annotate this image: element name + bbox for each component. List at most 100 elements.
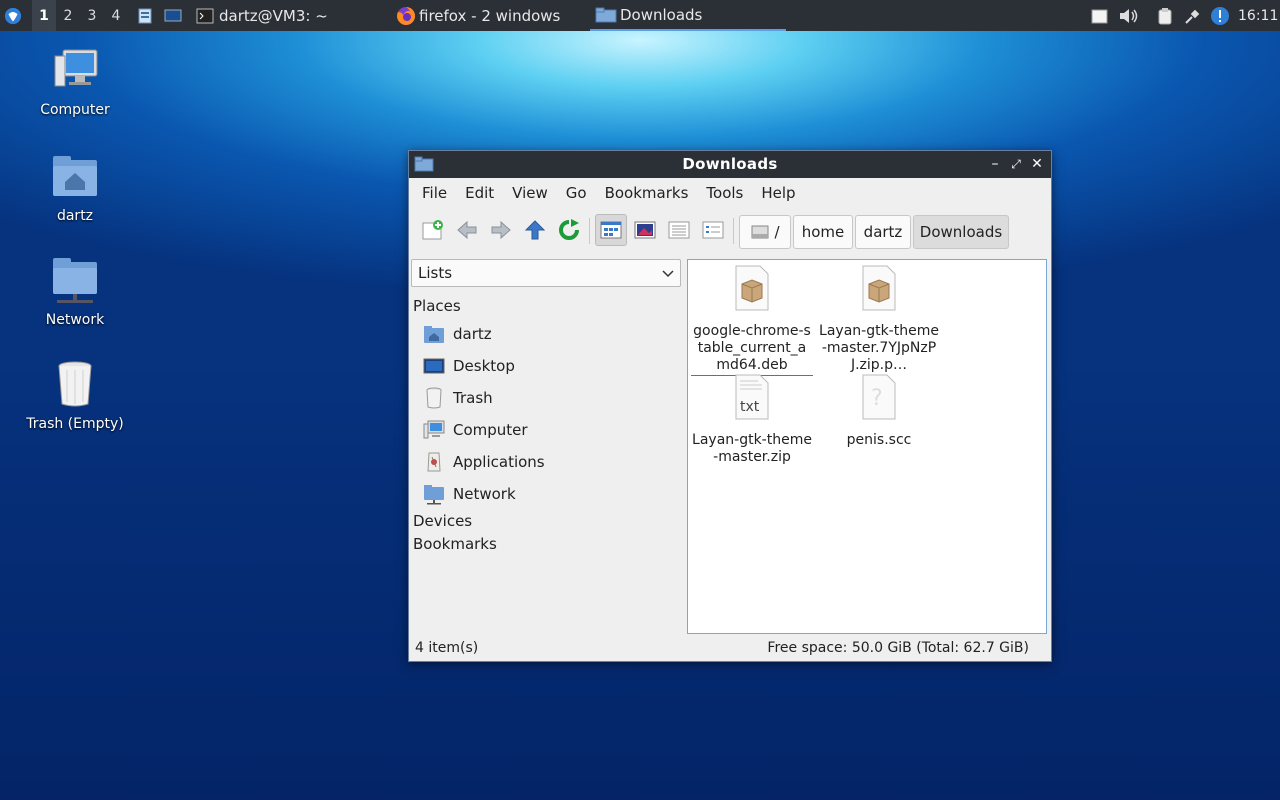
- volume-icon: [1120, 8, 1138, 23]
- desktop-icon: [423, 358, 445, 374]
- clock[interactable]: 16:11: [1238, 0, 1278, 31]
- drive-icon: [751, 225, 769, 239]
- file-item[interactable]: google-chrome-stable_current_amd64.deb: [691, 264, 813, 376]
- thumbnail-view-button[interactable]: [631, 216, 659, 244]
- home-folder-icon: [424, 326, 444, 343]
- file-list[interactable]: google-chrome-stable_current_amd64.deb L…: [687, 259, 1047, 634]
- menu-go[interactable]: Go: [557, 184, 596, 202]
- up-button[interactable]: [521, 216, 549, 244]
- free-space: Free space: 50.0 GiB (Total: 62.7 GiB): [767, 640, 1029, 656]
- place-desktop[interactable]: Desktop: [423, 352, 515, 380]
- maximize-button[interactable]: ⤢: [1007, 155, 1025, 173]
- desktop-home[interactable]: dartz: [20, 152, 130, 224]
- breadcrumb-dartz[interactable]: dartz: [855, 215, 911, 249]
- desktop-computer-label: Computer: [40, 102, 110, 118]
- network-folder-icon: [53, 258, 97, 303]
- places-heading[interactable]: Places: [413, 297, 461, 315]
- menu-help[interactable]: Help: [752, 184, 804, 202]
- trash-icon: [58, 361, 92, 407]
- workspace-4[interactable]: 4: [104, 0, 128, 31]
- file-name: Layan-gtk-theme-master.zip: [692, 432, 812, 465]
- notes-tray[interactable]: [1090, 0, 1108, 31]
- menu-file[interactable]: File: [413, 184, 456, 202]
- minimize-icon: –: [991, 156, 999, 172]
- place-dartz[interactable]: dartz: [423, 320, 492, 348]
- back-button[interactable]: [453, 216, 481, 244]
- breadcrumb-home-label: home: [801, 223, 845, 241]
- close-button[interactable]: ✕: [1028, 155, 1046, 173]
- file-item[interactable]: txt Layan-gtk-theme-master.zip: [691, 373, 813, 466]
- file-name: Layan-gtk-theme-master.7YJpNzPJ.zip.p…: [819, 323, 939, 373]
- applications-icon: [427, 452, 441, 472]
- task-firefox-label: firefox - 2 windows: [419, 6, 561, 25]
- file-item[interactable]: ? penis.scc: [818, 373, 940, 449]
- home-folder-icon: [53, 156, 97, 196]
- place-dartz-label: dartz: [453, 325, 492, 343]
- menu-bookmarks[interactable]: Bookmarks: [596, 184, 698, 202]
- icon-view-icon: [600, 221, 622, 239]
- menu-tools[interactable]: Tools: [697, 184, 752, 202]
- network-tray[interactable]: [1184, 0, 1202, 31]
- clipboard-tray[interactable]: [1156, 0, 1174, 31]
- file-manager-icon: [138, 8, 152, 23]
- task-downloads-label: Downloads: [620, 5, 703, 24]
- file-item[interactable]: Layan-gtk-theme-master.7YJpNzPJ.zip.p…: [818, 264, 940, 374]
- minimize-button[interactable]: –: [986, 155, 1004, 173]
- file-name: google-chrome-stable_current_amd64.deb: [691, 323, 813, 376]
- detailed-list-icon: [702, 221, 724, 239]
- desktop-computer[interactable]: Computer: [20, 46, 130, 118]
- devices-heading[interactable]: Devices: [413, 512, 472, 530]
- file-manager-launcher[interactable]: [136, 0, 154, 31]
- place-network[interactable]: Network: [423, 480, 516, 508]
- new-tab-icon: [422, 220, 443, 240]
- task-downloads[interactable]: Downloads: [590, 0, 786, 31]
- taskbar: 1 2 3 4 dartz@VM3: ~ firefox - 2 windows…: [0, 0, 1280, 31]
- workspace-3[interactable]: 3: [80, 0, 104, 31]
- chevron-down-icon: [662, 270, 674, 278]
- volume-tray[interactable]: [1118, 0, 1140, 31]
- side-pane: Lists Places dartz Desktop Trash Compute…: [409, 252, 685, 638]
- workspace-2[interactable]: 2: [56, 0, 80, 31]
- desktop-trash[interactable]: Trash (Empty): [20, 360, 130, 432]
- network-folder-icon: [424, 485, 444, 505]
- back-arrow-icon: [457, 220, 477, 240]
- place-computer[interactable]: Computer: [423, 416, 528, 444]
- package-icon: [862, 265, 896, 311]
- forward-button[interactable]: [487, 216, 515, 244]
- task-terminal-label: dartz@VM3: ~: [219, 6, 328, 25]
- file-name: penis.scc: [846, 432, 912, 448]
- menu-view[interactable]: View: [503, 184, 557, 202]
- compact-view-button[interactable]: [665, 216, 693, 244]
- svg-text:?: ?: [871, 386, 883, 411]
- bookmarks-heading[interactable]: Bookmarks: [413, 535, 497, 553]
- reload-button[interactable]: [555, 216, 583, 244]
- trash-icon: [426, 387, 442, 409]
- new-tab-button[interactable]: [419, 216, 447, 244]
- updates-tray[interactable]: [1210, 0, 1230, 31]
- menu-edit[interactable]: Edit: [456, 184, 503, 202]
- place-network-label: Network: [453, 485, 516, 503]
- task-firefox[interactable]: firefox - 2 windows: [396, 0, 560, 31]
- breadcrumb-downloads[interactable]: Downloads: [913, 215, 1009, 249]
- detailed-view-button[interactable]: [699, 216, 727, 244]
- up-arrow-icon: [524, 220, 546, 240]
- desktop-network-label: Network: [45, 312, 105, 328]
- statusbar: 4 item(s) Free space: 50.0 GiB (Total: 6…: [409, 636, 1049, 660]
- workspace-1[interactable]: 1: [32, 0, 56, 31]
- icon-view-button[interactable]: [595, 214, 627, 246]
- breadcrumb-root[interactable]: /: [739, 215, 791, 249]
- app-menu-button[interactable]: [4, 0, 22, 31]
- breadcrumb-home[interactable]: home: [793, 215, 853, 249]
- show-desktop-launcher[interactable]: [164, 0, 182, 31]
- folder-icon: [595, 7, 617, 22]
- breadcrumb-root-label: /: [774, 223, 780, 241]
- window-titlebar[interactable]: Downloads – ⤢ ✕: [409, 151, 1051, 178]
- side-pane-mode-select[interactable]: Lists: [411, 259, 681, 287]
- network-plug-icon: [1185, 9, 1200, 24]
- task-terminal[interactable]: dartz@VM3: ~: [196, 0, 328, 31]
- terminal-icon: [196, 8, 214, 23]
- desktop-network[interactable]: Network: [20, 256, 130, 328]
- place-applications[interactable]: Applications: [423, 448, 545, 476]
- desktop-trash-label: Trash (Empty): [26, 416, 124, 432]
- place-trash[interactable]: Trash: [423, 384, 493, 412]
